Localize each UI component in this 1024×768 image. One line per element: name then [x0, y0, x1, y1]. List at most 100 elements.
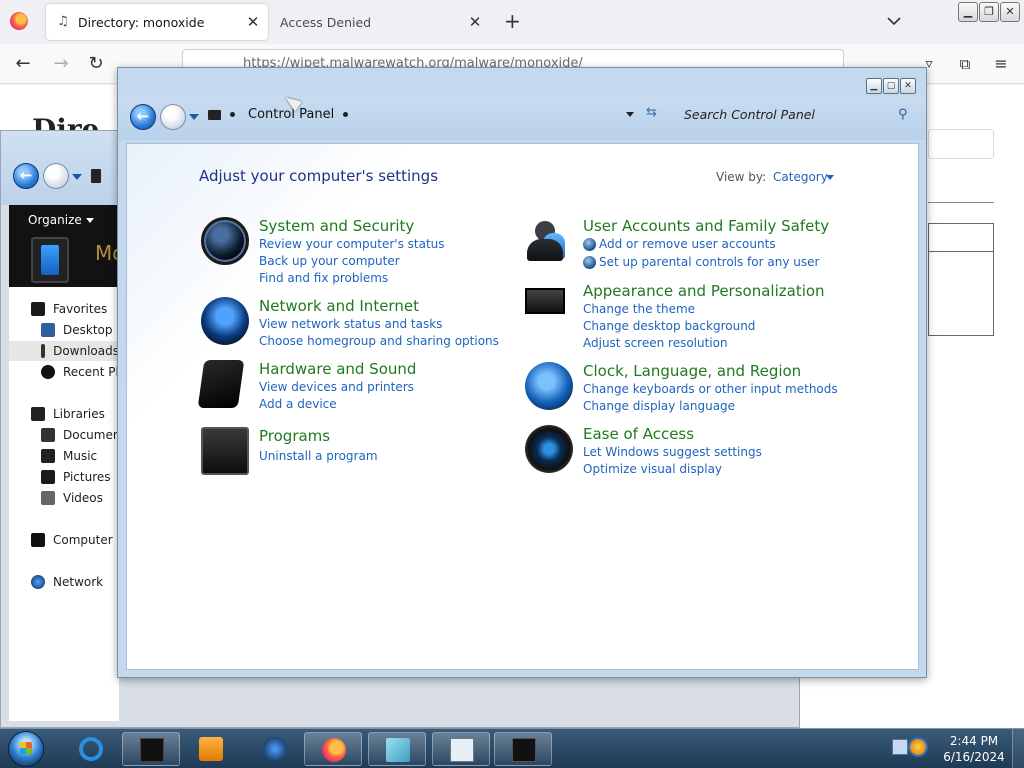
action-center-icon[interactable]	[908, 737, 928, 757]
sidebar-item-desktop[interactable]: Desktop	[41, 320, 113, 340]
taskbar-paint[interactable]	[368, 732, 426, 766]
close-icon[interactable]: ✕	[900, 78, 916, 94]
ease-of-access-icon[interactable]	[525, 425, 573, 473]
taskbar-explorer[interactable]	[122, 732, 180, 766]
firefox-logo-icon[interactable]	[10, 12, 28, 30]
link-suggest-settings[interactable]: Let Windows suggest settings	[583, 445, 762, 459]
link-back-up[interactable]: Back up your computer	[259, 254, 400, 268]
close-tab-icon[interactable]: ✕	[466, 13, 484, 31]
category-title[interactable]: Appearance and Personalization	[583, 282, 825, 300]
sidebar-item-documents[interactable]: Document	[41, 425, 125, 445]
organize-button[interactable]: Organize	[28, 213, 94, 227]
search-box[interactable]	[928, 129, 994, 159]
forward-arrow-icon[interactable]	[43, 163, 69, 189]
recent-pages-dropdown[interactable]	[189, 114, 199, 120]
category-title[interactable]: Ease of Access	[583, 425, 694, 443]
browser-window-controls: ▁ ❐ ✕	[958, 2, 1020, 22]
link-review-status[interactable]: Review your computer's status	[259, 237, 445, 251]
sidebar-item-music[interactable]: Music	[41, 446, 97, 466]
category-title[interactable]: Programs	[259, 427, 330, 445]
downloads-icon	[41, 344, 46, 358]
link-homegroup[interactable]: Choose homegroup and sharing options	[259, 334, 499, 348]
system-clock[interactable]: 2:44 PM 6/16/2024	[942, 733, 1006, 765]
chevron-down-icon[interactable]	[826, 175, 834, 180]
search-input[interactable]: Search Control Panel	[684, 107, 815, 122]
system-security-icon[interactable]	[201, 217, 249, 265]
search-icon[interactable]: ⚲	[898, 107, 908, 122]
user-accounts-icon[interactable]	[525, 217, 573, 265]
category-title[interactable]: Clock, Language, and Region	[583, 362, 801, 380]
link-change-keyboards[interactable]: Change keyboards or other input methods	[583, 382, 838, 396]
link-change-theme[interactable]: Change the theme	[583, 302, 695, 316]
link-network-status[interactable]: View network status and tasks	[259, 317, 442, 331]
network-status-icon[interactable]	[892, 739, 908, 755]
sidebar-item-downloads[interactable]: Downloads	[9, 341, 119, 361]
sidebar-item-pictures[interactable]: Pictures	[41, 467, 111, 487]
reload-icon[interactable]: ↻	[85, 53, 107, 75]
chevron-down-icon[interactable]	[885, 12, 903, 30]
breadcrumb-separator[interactable]	[343, 112, 348, 117]
new-tab-button[interactable]: +	[504, 10, 521, 32]
menu-icon[interactable]: ≡	[990, 53, 1012, 75]
refresh-icon[interactable]: ⇆	[646, 105, 657, 120]
firefox-icon	[322, 738, 346, 762]
close-icon[interactable]: ✕	[1000, 2, 1020, 22]
taskbar-control-panel[interactable]	[494, 732, 552, 766]
taskbar-internet-explorer[interactable]	[62, 732, 120, 766]
clock-language-icon[interactable]	[525, 362, 573, 410]
minimize-icon[interactable]: ▁	[958, 2, 978, 22]
programs-icon[interactable]	[201, 427, 249, 475]
breadcrumb-separator[interactable]	[230, 112, 235, 117]
folder-icon	[140, 738, 164, 762]
restore-icon[interactable]: ❐	[979, 2, 999, 22]
close-tab-icon[interactable]: ✕	[244, 13, 262, 31]
category-title[interactable]: User Accounts and Family Safety	[583, 217, 829, 235]
appearance-icon[interactable]	[525, 288, 565, 314]
sidebar-item-label: Document	[63, 428, 126, 442]
extensions-icon[interactable]: ⧉	[954, 53, 976, 75]
hardware-sound-icon[interactable]	[197, 360, 245, 408]
sidebar-item-libraries[interactable]: Libraries	[31, 404, 105, 424]
link-find-fix[interactable]: Find and fix problems	[259, 271, 388, 285]
sidebar-item-network[interactable]: Network	[31, 572, 103, 592]
sidebar-item-favorites[interactable]: Favorites	[31, 299, 107, 319]
recent-pages-dropdown[interactable]	[72, 174, 82, 180]
maximize-icon[interactable]: ▢	[883, 78, 899, 94]
forward-arrow-icon[interactable]: →	[50, 53, 72, 75]
category-title[interactable]: System and Security	[259, 217, 414, 235]
tab-access-denied[interactable]: Access Denied ✕	[272, 4, 490, 40]
start-button[interactable]	[8, 731, 44, 767]
minimize-icon[interactable]: ▁	[866, 78, 882, 94]
back-arrow-icon[interactable]	[13, 163, 39, 189]
libraries-icon	[31, 407, 45, 421]
control-panel-content: Adjust your computer's settings View by:…	[126, 143, 919, 670]
link-screen-resolution[interactable]: Adjust screen resolution	[583, 336, 728, 350]
link-add-remove-accounts[interactable]: Add or remove user accounts	[599, 237, 776, 251]
back-arrow-icon[interactable]: ←	[12, 53, 34, 75]
taskbar-media-player[interactable]	[182, 732, 240, 766]
link-add-device[interactable]: Add a device	[259, 397, 337, 411]
view-by-dropdown[interactable]: Category	[773, 170, 828, 184]
category-title[interactable]: Network and Internet	[259, 297, 419, 315]
category-title[interactable]: Hardware and Sound	[259, 360, 416, 378]
link-desktop-background[interactable]: Change desktop background	[583, 319, 755, 333]
address-dropdown[interactable]	[626, 112, 634, 117]
link-optimize-display[interactable]: Optimize visual display	[583, 462, 722, 476]
link-parental-controls[interactable]: Set up parental controls for any user	[599, 255, 819, 269]
taskbar-firefox[interactable]	[304, 732, 362, 766]
back-arrow-icon[interactable]	[130, 104, 156, 130]
network-internet-icon[interactable]	[201, 297, 249, 345]
folder-preview-icon	[31, 237, 69, 283]
sidebar-item-videos[interactable]: Videos	[41, 488, 103, 508]
taskbar-network[interactable]	[246, 732, 304, 766]
link-devices-printers[interactable]: View devices and printers	[259, 380, 414, 394]
link-uninstall[interactable]: Uninstall a program	[259, 449, 378, 463]
link-display-language[interactable]: Change display language	[583, 399, 735, 413]
sidebar-item-label: Computer	[53, 533, 113, 547]
tab-directory-monoxide[interactable]: ♫ Directory: monoxide ✕	[46, 4, 268, 40]
forward-arrow-icon[interactable]	[160, 104, 186, 130]
control-panel-icon	[208, 110, 221, 120]
taskbar-notepad[interactable]	[432, 732, 490, 766]
sidebar-item-computer[interactable]: Computer	[31, 530, 113, 550]
show-desktop-button[interactable]	[1012, 729, 1024, 768]
